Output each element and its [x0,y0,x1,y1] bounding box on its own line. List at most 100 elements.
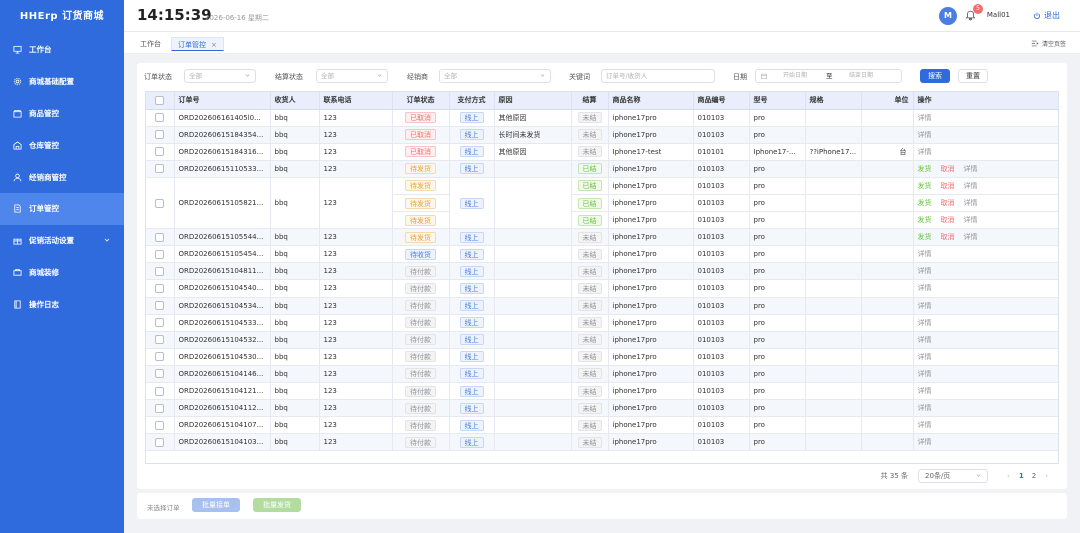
table-row[interactable]: ORD20260615184354... bbq 123 已取消 线上 长时间未发货 未结 i… [146,126,1058,144]
order-no[interactable]: ORD20260615104530... [174,348,271,366]
ship-button[interactable]: 发货 [918,165,932,173]
ship-button[interactable]: 发货 [918,182,932,190]
detail-button[interactable]: 详情 [918,387,932,395]
cancel-button[interactable]: 取消 [941,233,955,241]
detail-button[interactable]: 详情 [964,182,978,190]
order-no[interactable]: ORD20260615110533... [174,160,271,178]
detail-button[interactable]: 详情 [918,336,932,344]
table-row[interactable]: ORD20260615104530... bbq 123 待付款 线上 未结 iphone1… [146,348,1058,366]
table-row[interactable]: ORD20260615105821... bbq 123 待发货 线上 已结 iphone1… [146,177,1058,230]
detail-button[interactable]: 详情 [918,319,932,327]
row-checkbox[interactable] [146,297,175,315]
order-no[interactable]: ORD20260615104534... [174,297,271,315]
detail-button[interactable]: 详情 [918,250,932,258]
detail-button[interactable]: 详情 [918,302,932,310]
keyword-input[interactable]: 订单号/收货人 [601,69,715,83]
sidebar-item-8[interactable]: 操作日志 [0,288,124,320]
order-no[interactable]: ORD20260615184354... [174,126,271,144]
order-status-select[interactable]: 全部 [184,69,256,83]
page-size-select[interactable]: 20条/页 [918,469,989,483]
order-no[interactable]: ORD20260615105821... [174,177,271,230]
detail-button[interactable]: 详情 [918,421,932,429]
detail-button[interactable]: 详情 [918,114,932,122]
row-checkbox[interactable] [146,365,175,384]
sidebar-item-5[interactable]: 订单管控 [0,192,124,225]
detail-button[interactable]: 详情 [918,370,932,378]
order-no[interactable]: ORD20260615184316... [174,143,271,161]
order-no[interactable]: ORD20260615105454... [174,245,271,264]
select-all-checkbox[interactable] [146,92,175,110]
order-no[interactable]: ORD20260615104121... [174,382,271,401]
detail-button[interactable]: 详情 [964,199,978,207]
order-no[interactable]: ORD20260615104146... [174,365,271,384]
logout-button[interactable]: 退出 [1033,10,1060,21]
table-row[interactable]: ORD20260615104533... bbq 123 待付款 线上 未结 iphone1… [146,314,1058,332]
ship-button[interactable]: 发货 [918,233,932,241]
table-row[interactable]: ORD20260615104146... bbq 123 待付款 线上 未结 iphone1… [146,365,1058,384]
row-checkbox[interactable] [146,126,175,144]
order-no[interactable]: ORD20260615104532... [174,331,271,349]
row-checkbox[interactable] [146,399,175,418]
table-row[interactable]: ORD20260615104534... bbq 123 待付款 线上 未结 iphone1… [146,297,1058,315]
table-row[interactable]: ORD20260615184316... bbq 123 已取消 线上 其他原因 未结 Iph… [146,143,1058,161]
cancel-button[interactable]: 取消 [941,199,955,207]
batch-ship-button[interactable]: 批量发货 [253,498,301,512]
sidebar-item-7[interactable]: 商城装修 [0,257,124,289]
row-checkbox[interactable] [146,160,175,178]
order-no[interactable]: ORD20260615105544... [174,228,271,247]
sidebar-item-0[interactable]: 工作台 [0,34,124,66]
page-2[interactable]: 2 [1032,472,1036,480]
dealer-select[interactable]: 全部 [439,69,551,83]
table-row[interactable]: ORD20260615104112... bbq 123 待付款 线上 未结 iphone1… [146,399,1058,418]
tab-order-control[interactable]: 订单管控 × [171,37,224,51]
row-checkbox[interactable] [146,177,175,230]
row-checkbox[interactable] [146,109,175,127]
reset-button[interactable]: 重置 [958,69,988,83]
detail-button[interactable]: 详情 [964,216,978,224]
detail-button[interactable]: 详情 [918,148,932,156]
row-checkbox[interactable] [146,382,175,401]
detail-button[interactable]: 详情 [918,131,932,139]
table-row[interactable]: ORD20260615104103... bbq 123 待付款 线上 未结 iphone1… [146,433,1058,452]
close-icon[interactable]: × [211,41,217,49]
table-row[interactable]: ORD202606161405l0... bbq 123 已取消 线上 其他原因 未结 iph… [146,109,1058,127]
sidebar-item-6[interactable]: 促销活动设置 [0,225,124,257]
row-checkbox[interactable] [146,416,175,435]
order-no[interactable]: ORD20260615104112... [174,399,271,418]
table-row[interactable]: ORD20260615110533... bbq 123 待发货 线上 已结 iphone1… [146,160,1058,178]
row-checkbox[interactable] [146,433,175,452]
search-button[interactable]: 搜索 [920,69,950,83]
order-no[interactable]: ORD20260615104107... [174,416,271,435]
cancel-button[interactable]: 取消 [941,165,955,173]
tab-workbench[interactable]: 工作台 [140,37,161,51]
prev-page-button[interactable]: ‹ [1007,472,1010,480]
page-1[interactable]: 1 [1019,472,1024,480]
detail-button[interactable]: 详情 [918,404,932,412]
table-row[interactable]: ORD20260615105454... bbq 123 待收货 线上 未结 iphone1… [146,245,1058,264]
table-row[interactable]: ORD20260615104107... bbq 123 待付款 线上 未结 iphone1… [146,416,1058,435]
row-checkbox[interactable] [146,314,175,332]
order-no[interactable]: ORD20260615104540... [174,279,271,298]
row-checkbox[interactable] [146,262,175,281]
detail-button[interactable]: 详情 [964,233,978,241]
sidebar-item-4[interactable]: 经销商管控 [0,161,124,193]
sidebar-item-2[interactable]: 商品管控 [0,98,124,130]
order-no[interactable]: ORD202606161405l0... [174,109,271,127]
order-no[interactable]: ORD20260615104103... [174,433,271,452]
detail-button[interactable]: 详情 [918,353,932,361]
detail-button[interactable]: 详情 [918,267,932,275]
table-row[interactable]: ORD20260615104121... bbq 123 待付款 线上 未结 iphone1… [146,382,1058,401]
sidebar-item-1[interactable]: 商城基础配置 [0,66,124,98]
detail-button[interactable]: 详情 [964,165,978,173]
row-checkbox[interactable] [146,245,175,264]
row-checkbox[interactable] [146,143,175,161]
order-no[interactable]: ORD20260615104533... [174,314,271,332]
date-range-picker[interactable]: 开始日期 至 结束日期 [755,69,902,83]
table-row[interactable]: ORD20260615105544... bbq 123 待发货 线上 未结 iphone1… [146,228,1058,247]
sidebar-item-3[interactable]: 仓库管控 [0,129,124,161]
table-row[interactable]: ORD20260615104532... bbq 123 待付款 线上 未结 iphone1… [146,331,1058,349]
detail-button[interactable]: 详情 [918,438,932,446]
row-checkbox[interactable] [146,331,175,349]
cancel-button[interactable]: 取消 [941,216,955,224]
ship-button[interactable]: 发货 [918,216,932,224]
